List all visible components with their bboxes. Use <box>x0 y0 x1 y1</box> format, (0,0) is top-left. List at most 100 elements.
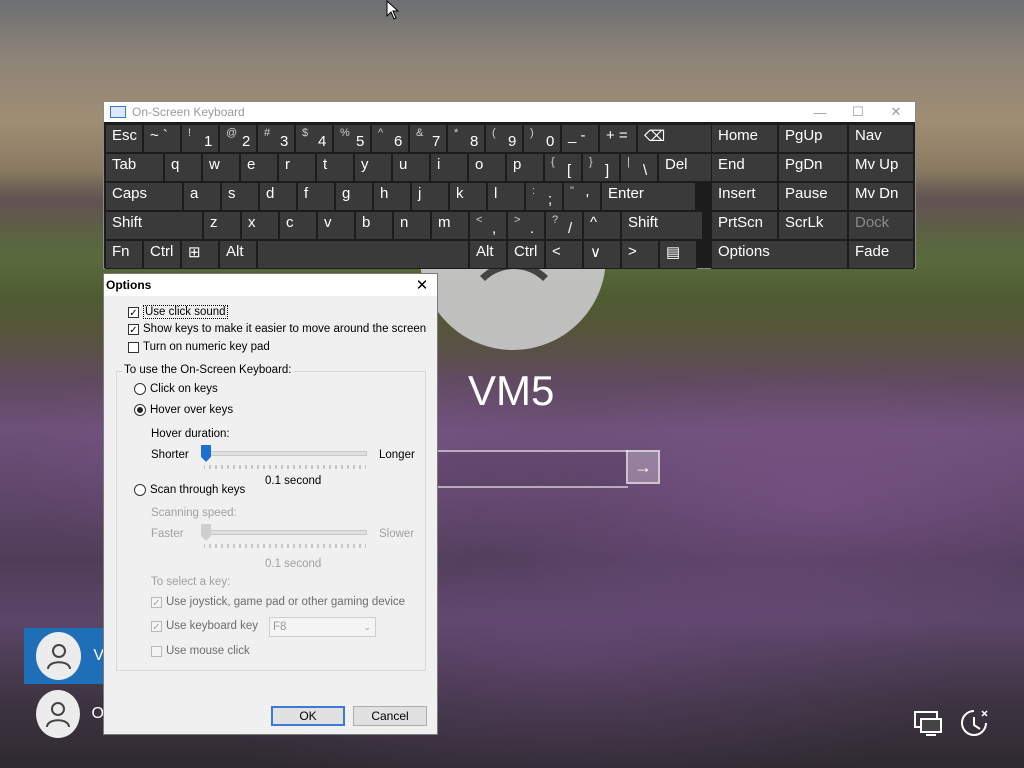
key-2[interactable]: ! 1 <box>181 124 219 153</box>
shift-key[interactable]: Shift <box>105 211 203 240</box>
tab-key[interactable]: Tab <box>105 153 164 182</box>
key-1[interactable]: z <box>203 211 241 240</box>
key-12[interactable]: }] <box>582 153 620 182</box>
close-icon[interactable]: ✕ <box>407 276 437 294</box>
key-5[interactable]: b <box>355 211 393 240</box>
key-2[interactable]: w <box>202 153 240 182</box>
scrlk-key[interactable]: ScrLk <box>778 211 848 240</box>
scan-through-keys-radio[interactable]: Scan through keys <box>134 484 245 496</box>
key-13[interactable]: + = <box>599 124 637 153</box>
key-10[interactable]: :; <box>525 182 563 211</box>
submit-arrow-button[interactable]: → <box>626 450 660 484</box>
key-3[interactable]: d <box>259 182 297 211</box>
key-6[interactable]: y <box>354 153 392 182</box>
key-7[interactable]: j <box>411 182 449 211</box>
caps-key[interactable]: Caps <box>105 182 183 211</box>
fn-key[interactable]: Fn <box>105 240 143 269</box>
key-7[interactable]: m <box>431 211 469 240</box>
del-key[interactable]: Del <box>658 153 715 182</box>
key-1[interactable]: a <box>183 182 221 211</box>
end-key[interactable]: End <box>711 153 778 182</box>
key-6[interactable]: n <box>393 211 431 240</box>
key-4[interactable]: f <box>297 182 335 211</box>
key-3[interactable]: e <box>240 153 278 182</box>
ok-button[interactable]: OK <box>271 706 345 726</box>
key-9[interactable]: >. <box>507 211 545 240</box>
key-4[interactable]: r <box>278 153 316 182</box>
key-9[interactable]: * 8 <box>447 124 485 153</box>
key-1[interactable]: q <box>164 153 202 182</box>
fade-key[interactable]: Fade <box>848 240 914 269</box>
use-click-sound-checkbox[interactable]: ✓ Use click sound <box>128 305 228 319</box>
backspace-icon[interactable]: ⌫ <box>637 124 713 153</box>
alt-key[interactable]: Alt <box>219 240 257 269</box>
password-input[interactable] <box>436 450 628 488</box>
esc-key[interactable]: Esc <box>105 124 143 153</box>
nav-key[interactable]: Nav <box>848 124 914 153</box>
pause-key[interactable]: Pause <box>778 182 848 211</box>
key-10[interactable]: ? / <box>545 211 583 240</box>
key-9[interactable]: l <box>487 182 525 211</box>
ctrl-key[interactable]: Ctrl <box>507 240 545 269</box>
cancel-button[interactable]: Cancel <box>353 706 427 726</box>
menu-icon[interactable]: ▤ <box>659 240 697 269</box>
options-key[interactable]: Options <box>711 240 848 269</box>
pgup-key[interactable]: PgUp <box>778 124 848 153</box>
space-bar[interactable] <box>257 240 469 269</box>
arrow-up-key[interactable]: ^ <box>583 211 621 240</box>
arrow-right-key[interactable]: > <box>621 240 659 269</box>
key-7[interactable]: u <box>392 153 430 182</box>
key-11[interactable]: " ' <box>563 182 601 211</box>
alt-key[interactable]: Alt <box>469 240 507 269</box>
osk-title-bar[interactable]: On-Screen Keyboard — ☐ ✕ <box>104 102 915 122</box>
close-icon[interactable]: ✕ <box>877 104 915 120</box>
minimize-icon[interactable]: — <box>801 105 839 120</box>
arrow-left-key[interactable]: < <box>545 240 583 269</box>
network-icon[interactable] <box>912 707 944 739</box>
key-3[interactable]: @2 <box>219 124 257 153</box>
key-5[interactable]: $4 <box>295 124 333 153</box>
user-tile-other[interactable]: O <box>24 686 104 742</box>
show-keys-checkbox[interactable]: ✓ Show keys to make it easier to move ar… <box>128 323 426 336</box>
key-5[interactable]: g <box>335 182 373 211</box>
key-11[interactable]: ) 0 <box>523 124 561 153</box>
key-10[interactable]: p <box>506 153 544 182</box>
key-8[interactable]: & 7 <box>409 124 447 153</box>
numeric-key-pad-checkbox[interactable]: Turn on numeric key pad <box>128 341 270 353</box>
windows-icon[interactable]: ⊞ <box>181 240 219 269</box>
mv-up-key[interactable]: Mv Up <box>848 153 914 182</box>
key-10[interactable]: (9 <box>485 124 523 153</box>
pgdn-key[interactable]: PgDn <box>778 153 848 182</box>
hover-over-keys-radio[interactable]: Hover over keys <box>134 404 233 416</box>
key-9[interactable]: o <box>468 153 506 182</box>
key-2[interactable]: s <box>221 182 259 211</box>
key-13[interactable]: | \ <box>620 153 658 182</box>
mv-dn-key[interactable]: Mv Dn <box>848 182 914 211</box>
insert-key[interactable]: Insert <box>711 182 778 211</box>
key-6[interactable]: h <box>373 182 411 211</box>
key-8[interactable]: i <box>430 153 468 182</box>
prtscn-key[interactable]: PrtScn <box>711 211 778 240</box>
key-5[interactable]: t <box>316 153 354 182</box>
key-12[interactable]: _ - <box>561 124 599 153</box>
key-4[interactable]: v <box>317 211 355 240</box>
key-11[interactable]: {[ <box>544 153 582 182</box>
key-8[interactable]: k <box>449 182 487 211</box>
ctrl-key[interactable]: Ctrl <box>143 240 181 269</box>
user-tile-selected[interactable]: V <box>24 628 104 684</box>
home-key[interactable]: Home <box>711 124 778 153</box>
shift-key[interactable]: Shift <box>621 211 703 240</box>
enter-key[interactable]: Enter <box>601 182 696 211</box>
key-1[interactable]: ~ ` <box>143 124 181 153</box>
key-4[interactable]: #3 <box>257 124 295 153</box>
click-on-keys-radio[interactable]: Click on keys <box>134 383 218 395</box>
key-7[interactable]: ^ 6 <box>371 124 409 153</box>
key-2[interactable]: x <box>241 211 279 240</box>
hover-duration-slider[interactable] <box>203 451 367 456</box>
key-3[interactable]: c <box>279 211 317 240</box>
key-6[interactable]: % 5 <box>333 124 371 153</box>
arrow-down-key[interactable]: ∨ <box>583 240 621 269</box>
key-8[interactable]: <, <box>469 211 507 240</box>
ease-of-access-icon[interactable] <box>958 707 990 739</box>
maximize-icon[interactable]: ☐ <box>839 104 877 120</box>
